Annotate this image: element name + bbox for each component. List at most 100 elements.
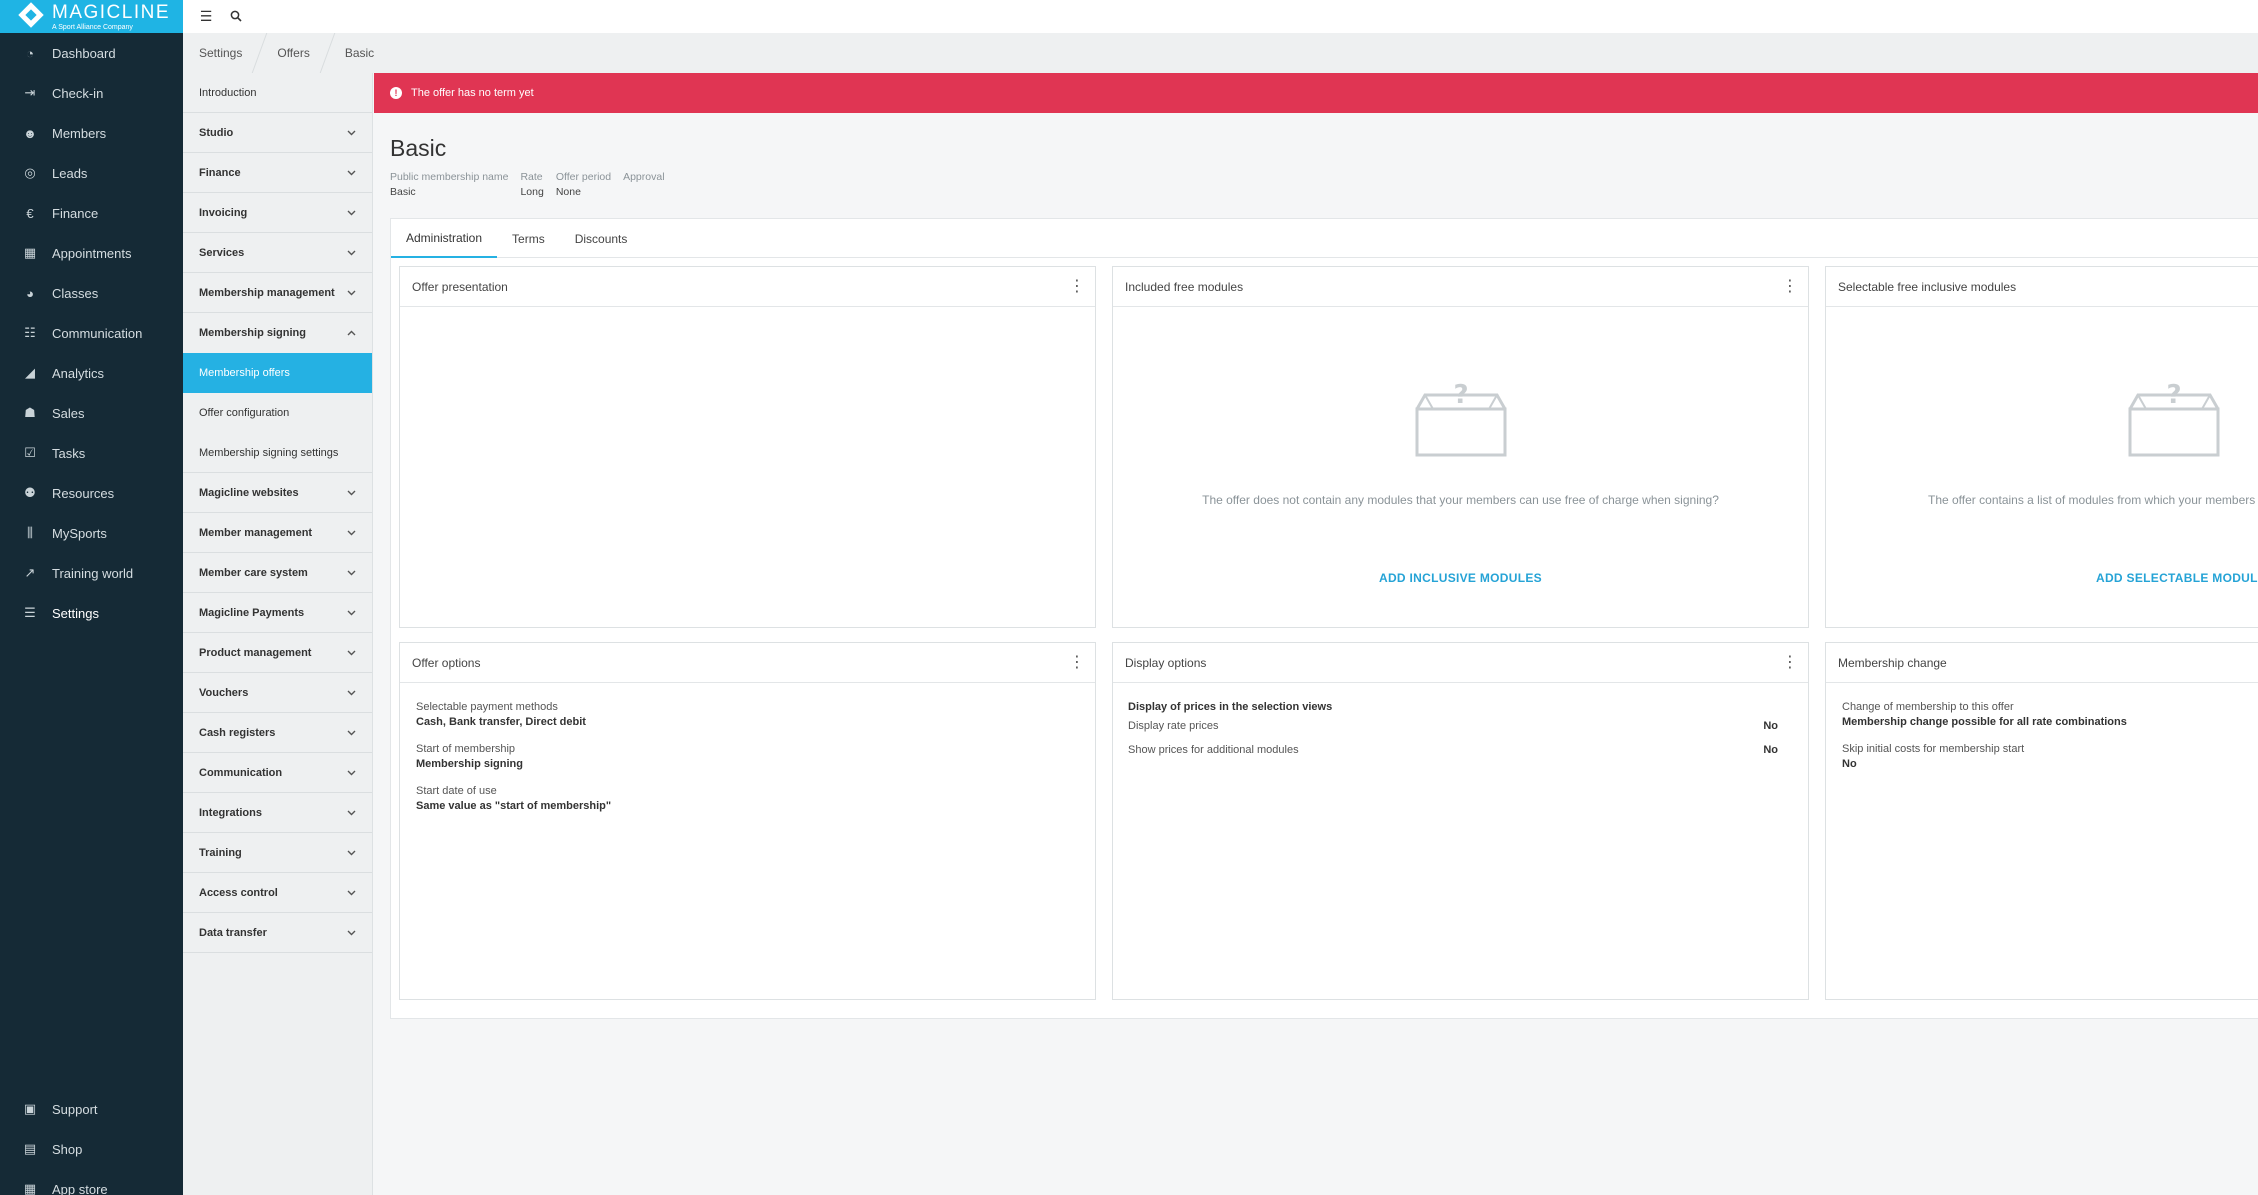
nav-item-check-in[interactable]: ⇥ Check-in xyxy=(0,73,183,113)
chevron-down-icon xyxy=(347,767,356,779)
nav-item-label: Shop xyxy=(52,1141,83,1157)
submenu-group-invoicing[interactable]: Invoicing xyxy=(183,193,372,233)
nav-item-label: Appointments xyxy=(52,245,132,261)
card-title: Selectable free inclusive modules xyxy=(1838,279,2017,294)
nav-item-analytics[interactable]: ◢ Analytics xyxy=(0,353,183,393)
more-options-icon[interactable]: ⋮ xyxy=(1782,278,1798,295)
finance-icon: € xyxy=(26,205,34,221)
submenu-label: Communication xyxy=(199,766,283,779)
card-title: Display options xyxy=(1125,655,1207,670)
empty-state-text: The offer does not contain any modules t… xyxy=(1202,493,1719,507)
breadcrumb-separator xyxy=(252,33,268,73)
submenu-group-access-control[interactable]: Access control xyxy=(183,873,372,913)
leads-icon: ◎ xyxy=(24,165,36,180)
nav-item-dashboard[interactable]: ◔ Dashboard xyxy=(0,33,183,73)
empty-state-text: The offer contains a list of modules fro… xyxy=(1928,493,2256,507)
more-options-icon[interactable]: ⋮ xyxy=(1782,654,1798,671)
submenu-group-training[interactable]: Training xyxy=(183,833,372,873)
breadcrumb: Settings Offers Basic xyxy=(183,33,2258,73)
nav-item-shop[interactable]: ▤ Shop xyxy=(0,1129,183,1169)
top-bar: ☰ xyxy=(183,0,2258,33)
logo[interactable]: MAGICLINE A Sport Alliance Company xyxy=(0,0,183,33)
add-inclusive-modules-button[interactable]: ADD INCLUSIVE MODULES xyxy=(1113,571,1808,585)
nav-item-sales[interactable]: ☗ Sales xyxy=(0,393,183,433)
nav-item-label: Dashboard xyxy=(52,45,116,61)
submenu-group-magicline-websites[interactable]: Magicline websites xyxy=(183,473,372,513)
card-title: Membership change xyxy=(1838,655,1947,670)
submenu-group-membership-management[interactable]: Membership management xyxy=(183,273,372,313)
card-title: Included free modules xyxy=(1125,279,1244,294)
nav-item-app-store[interactable]: ▦ App store xyxy=(0,1169,183,1195)
option-label: Start date of use xyxy=(416,785,497,797)
submenu-group-integrations[interactable]: Integrations xyxy=(183,793,372,833)
nav-item-classes[interactable]: ◕ Classes xyxy=(0,273,183,313)
tab-administration[interactable]: Administration xyxy=(391,219,498,258)
offer-options-card: Offer options ⋮ Selectable payment metho… xyxy=(399,642,1096,1000)
more-options-icon[interactable]: ⋮ xyxy=(1069,654,1085,671)
submenu-group-vouchers[interactable]: Vouchers xyxy=(183,673,372,713)
submenu-label: Access control xyxy=(199,886,278,899)
nav-item-mysports[interactable]: ⫼ MySports xyxy=(0,513,183,553)
breadcrumb-settings[interactable]: Settings xyxy=(199,46,242,60)
tab-terms[interactable]: Terms xyxy=(497,219,560,258)
offer-meta: Public membership name Basic Rate Long O… xyxy=(390,171,2258,198)
shop-icon: ▤ xyxy=(23,1141,37,1156)
submenu-group-membership-signing[interactable]: Membership signing xyxy=(183,313,372,353)
nav-item-settings[interactable]: ☰ Settings xyxy=(0,593,183,633)
chevron-down-icon xyxy=(347,247,356,259)
nav-item-resources[interactable]: ⚉ Resources xyxy=(0,473,183,513)
submenu-item-membership-signing-settings[interactable]: Membership signing settings xyxy=(183,433,372,473)
nav-item-label: Resources xyxy=(52,485,115,501)
chevron-down-icon xyxy=(347,887,356,899)
nav-item-support[interactable]: ▣ Support xyxy=(0,1089,183,1129)
brand-name: MAGICLINE xyxy=(52,1,171,23)
submenu-item-membership-offers[interactable]: Membership offers xyxy=(183,353,372,393)
offer-presentation-card: Offer presentation ⋮ xyxy=(399,266,1096,628)
submenu-group-cash-registers[interactable]: Cash registers xyxy=(183,713,372,753)
option-label: Change of membership to this offer xyxy=(1842,701,2014,713)
submenu-group-services[interactable]: Services xyxy=(183,233,372,273)
submenu-item-offer-configuration[interactable]: Offer configuration xyxy=(183,393,372,433)
submenu-label: Membership management xyxy=(199,286,335,299)
meta-approval: Approval xyxy=(623,171,665,183)
submenu-group-magicline-payments[interactable]: Magicline Payments xyxy=(183,593,372,633)
submenu-group-communication[interactable]: Communication xyxy=(183,753,372,793)
nav-item-leads[interactable]: ◎ Leads xyxy=(0,153,183,193)
nav-item-label: Communication xyxy=(52,325,143,341)
add-selectable-modules-button[interactable]: ADD SELECTABLE MODULES xyxy=(2096,571,2258,585)
nav-item-appointments[interactable]: ▦ Appointments xyxy=(0,233,183,273)
chevron-down-icon xyxy=(347,287,356,299)
submenu-group-member-management[interactable]: Member management xyxy=(183,513,372,553)
error-alert: ! The offer has no term yet xyxy=(374,73,2258,113)
checkbox-icon: ☑ xyxy=(24,445,36,460)
meta-rate: Rate Long xyxy=(520,171,544,198)
nav-item-communication[interactable]: ☷ Communication xyxy=(0,313,183,353)
option-value: Membership change possible for all rate … xyxy=(1842,716,2127,728)
breadcrumb-offers[interactable]: Offers xyxy=(277,46,309,60)
nav-item-training-world[interactable]: ↗ Training world xyxy=(0,553,183,593)
nav-item-tasks[interactable]: ☑ Tasks xyxy=(0,433,183,473)
nav-item-members[interactable]: ☻ Members xyxy=(0,113,183,153)
submenu-introduction[interactable]: Introduction xyxy=(183,73,372,113)
search-icon[interactable] xyxy=(229,9,243,25)
submenu-group-studio[interactable]: Studio xyxy=(183,113,372,153)
submenu-label: Membership signing xyxy=(199,327,306,339)
submenu-group-finance[interactable]: Finance xyxy=(183,153,372,193)
submenu-group-member-care-system[interactable]: Member care system xyxy=(183,553,372,593)
main-navigation: MAGICLINE A Sport Alliance Company ◔ Dash… xyxy=(0,0,183,1195)
option-label: Start of membership xyxy=(416,743,516,755)
main-content: ! The offer has no term yet Basic Public… xyxy=(374,73,2258,1195)
display-label: Show prices for additional modules xyxy=(1128,744,1299,756)
submenu-group-data-transfer[interactable]: Data transfer xyxy=(183,913,372,953)
nav-item-finance[interactable]: € Finance xyxy=(0,193,183,233)
hamburger-menu-icon[interactable]: ☰ xyxy=(199,8,213,25)
more-options-icon[interactable]: ⋮ xyxy=(1069,278,1085,295)
submenu-group-product-management[interactable]: Product management xyxy=(183,633,372,673)
cart-icon: ☗ xyxy=(24,405,36,420)
breadcrumb-basic: Basic xyxy=(344,46,375,60)
submenu-label: Invoicing xyxy=(199,206,248,219)
tab-discounts[interactable]: Discounts xyxy=(560,219,643,258)
submenu-label: Offer configuration xyxy=(199,407,290,419)
grid-icon: ▦ xyxy=(23,1181,37,1195)
svg-text:?: ? xyxy=(1453,383,1468,410)
